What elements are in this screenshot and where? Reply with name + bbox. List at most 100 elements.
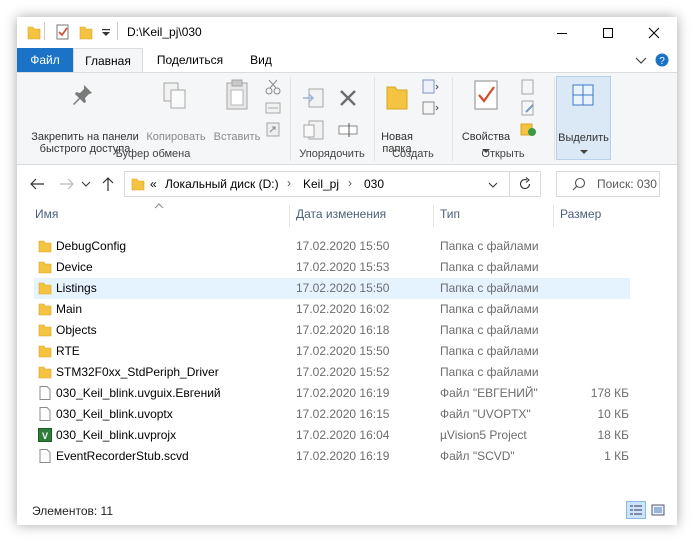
folder-icon: [27, 26, 41, 40]
properties-button[interactable]: Свойства: [455, 131, 517, 143]
search-box[interactable]: Поиск: 030: [556, 171, 660, 197]
refresh-button[interactable]: [510, 171, 541, 197]
cut-icon[interactable]: [265, 79, 281, 95]
close-button[interactable]: [631, 17, 677, 48]
maximize-button[interactable]: [585, 17, 631, 48]
file-name: STM32F0xx_StdPeriph_Driver: [56, 365, 219, 379]
breadcrumb-separator-icon[interactable]: ›: [348, 176, 352, 190]
edit-icon[interactable]: [520, 100, 538, 116]
new-folder-icon[interactable]: [79, 24, 93, 40]
rename-icon[interactable]: [337, 119, 361, 141]
properties-icon: [474, 80, 498, 110]
close-icon: [648, 27, 660, 38]
breadcrumb-030[interactable]: 030: [364, 177, 384, 191]
copy-button[interactable]: Копировать: [145, 131, 207, 143]
search-icon: [572, 177, 586, 191]
status-item-count: Элементов: 11: [32, 504, 113, 518]
back-arrow-icon[interactable]: [29, 177, 45, 191]
column-header-name[interactable]: Имя: [35, 207, 58, 221]
maximize-icon: [603, 27, 613, 38]
list-item[interactable]: Objects 17.02.2020 16:18 Папка с файлами: [34, 320, 630, 341]
details-view-icon: [630, 505, 642, 515]
breadcrumb-drive[interactable]: Локальный диск (D:): [165, 177, 279, 191]
select-button[interactable]: Выделить: [556, 76, 611, 160]
move-to-icon[interactable]: [301, 87, 325, 109]
list-item[interactable]: 030_Keil_blink.uvoptx 17.02.2020 16:15 Ф…: [34, 404, 630, 425]
up-arrow-icon[interactable]: [101, 176, 115, 192]
recent-dropdown-icon[interactable]: [81, 180, 91, 188]
sort-ascending-icon: [154, 203, 164, 209]
list-item[interactable]: DebugConfig 17.02.2020 15:50 Папка с фай…: [34, 236, 630, 257]
file-name: 030_Keil_blink.uvprojx: [56, 428, 177, 442]
file-type: Папка с файлами: [440, 281, 539, 295]
folder-icon: [131, 178, 145, 191]
list-item[interactable]: 030_Keil_blink.uvguix.Евгений 17.02.2020…: [34, 383, 630, 404]
forward-arrow-icon[interactable]: [59, 177, 75, 191]
group-clipboard-label: Буфер обмена: [115, 148, 191, 160]
tab-share[interactable]: Поделиться: [147, 48, 233, 72]
uvision-icon: V: [38, 428, 52, 442]
delete-icon[interactable]: [337, 87, 361, 109]
file-date: 17.02.2020 15:50: [296, 239, 390, 253]
select-label: Выделить: [558, 132, 609, 144]
paste-shortcut-icon[interactable]: [265, 121, 281, 137]
breadcrumb-separator-icon[interactable]: ›: [287, 176, 291, 190]
minimize-button[interactable]: [539, 17, 585, 48]
folder-icon: [38, 303, 52, 316]
refresh-icon: [520, 177, 531, 190]
paste-button[interactable]: Вставить: [210, 131, 264, 143]
group-open-label: Открыть: [481, 148, 525, 160]
file-size: 18 КБ: [597, 428, 629, 442]
file-name: Listings: [56, 281, 97, 295]
easy-access-icon[interactable]: [422, 100, 440, 116]
copy-to-icon[interactable]: [301, 119, 325, 141]
new-folder-large-icon: [386, 86, 408, 110]
list-item[interactable]: V 030_Keil_blink.uvprojx 17.02.2020 16:0…: [34, 425, 630, 446]
column-divider[interactable]: [433, 205, 434, 227]
breadcrumb-overflow[interactable]: «: [150, 177, 157, 191]
file-type: µVision5 Project: [440, 428, 527, 442]
file-date: 17.02.2020 16:19: [296, 449, 390, 463]
group-organize-label: Упорядочить: [299, 148, 365, 160]
list-item[interactable]: RTE 17.02.2020 15:50 Папка с файлами: [34, 341, 630, 362]
file-type: Папка с файлами: [440, 302, 539, 316]
column-divider[interactable]: [289, 205, 290, 227]
list-item[interactable]: STM32F0xx_StdPeriph_Driver 17.02.2020 15…: [34, 362, 630, 383]
column-header-type[interactable]: Тип: [440, 207, 460, 221]
search-input[interactable]: Поиск: 030: [597, 177, 657, 191]
list-item[interactable]: Device 17.02.2020 15:53 Папка с файлами: [34, 257, 630, 278]
list-item[interactable]: Listings 17.02.2020 15:50 Папка с файлам…: [34, 278, 630, 299]
file-name: DebugConfig: [56, 239, 127, 253]
ribbon: Закрепить на панели быстрого доступа Коп…: [17, 72, 677, 165]
tab-home[interactable]: Главная: [73, 48, 143, 72]
column-header-date[interactable]: Дата изменения: [296, 207, 386, 221]
tab-view[interactable]: Вид: [239, 48, 283, 72]
list-item[interactable]: EventRecorderStub.scvd 17.02.2020 16:19 …: [34, 446, 630, 467]
file-date: 17.02.2020 16:02: [296, 302, 390, 316]
column-divider[interactable]: [553, 205, 554, 227]
file-date: 17.02.2020 16:19: [296, 386, 390, 400]
help-icon[interactable]: ?: [655, 53, 669, 67]
file-date: 17.02.2020 15:50: [296, 344, 390, 358]
breadcrumb-keil-pj[interactable]: Keil_pj: [303, 177, 339, 191]
large-icons-view-icon: [651, 504, 665, 516]
file-type: Папка с файлами: [440, 260, 539, 274]
file-type: Папка с файлами: [440, 344, 539, 358]
column-header-size[interactable]: Размер: [560, 207, 601, 221]
folder-icon: [38, 261, 52, 274]
select-icon: [572, 84, 594, 106]
properties-check-icon[interactable]: [55, 24, 71, 40]
details-view-button[interactable]: [626, 501, 646, 519]
ribbon-expand-icon[interactable]: [635, 55, 647, 65]
address-bar[interactable]: « Локальный диск (D:) › Keil_pj › 030: [124, 171, 510, 197]
open-icon[interactable]: [520, 79, 538, 95]
large-icons-view-button[interactable]: [648, 501, 668, 519]
new-item-icon[interactable]: [422, 79, 440, 95]
list-item[interactable]: Main 17.02.2020 16:02 Папка с файлами: [34, 299, 630, 320]
folder-icon: [38, 282, 52, 295]
address-dropdown-icon[interactable]: [488, 181, 498, 189]
tab-file[interactable]: Файл: [17, 48, 73, 72]
quick-access-dropdown-icon[interactable]: [101, 28, 111, 38]
copy-path-icon[interactable]: [265, 100, 281, 116]
history-icon[interactable]: [520, 121, 538, 137]
